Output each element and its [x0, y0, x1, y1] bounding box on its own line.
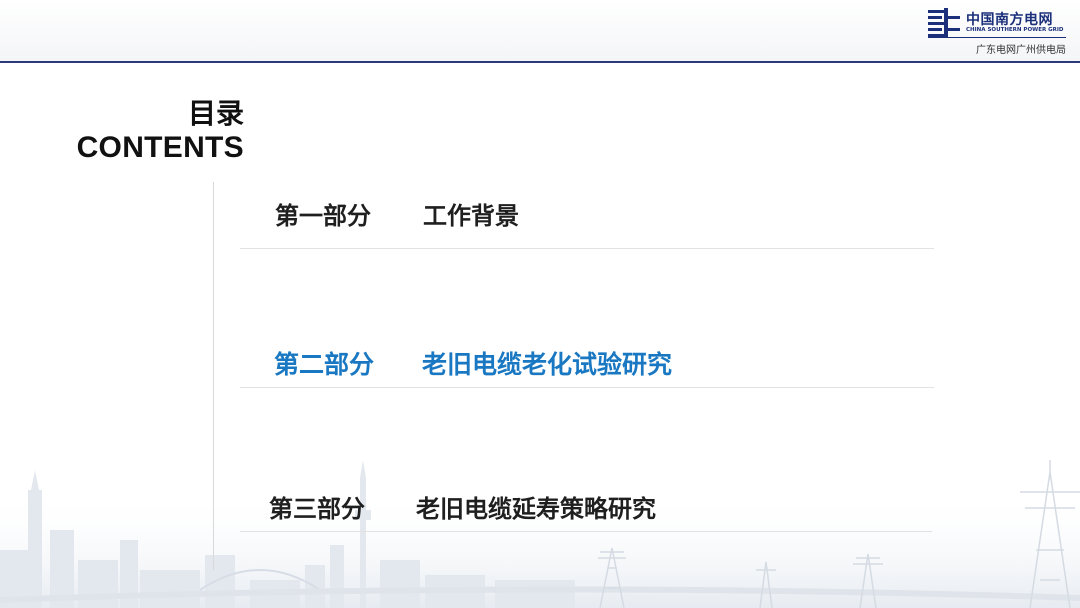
power-grid-logo-icon — [928, 8, 960, 38]
toc-item-title: 老旧电缆老化试验研究 — [422, 350, 673, 379]
page-title: 目录 — [187, 97, 244, 130]
toc-separator — [240, 531, 932, 532]
toc-item-title: 工作背景 — [423, 202, 519, 230]
page-subtitle: CONTENTS — [76, 131, 244, 164]
header-divider — [0, 61, 1080, 63]
logo-sub-org: 广东电网广州供电局 — [976, 45, 1066, 56]
toc-separator — [240, 248, 934, 249]
logo-name-cn: 中国南方电网 — [966, 12, 1053, 28]
toc-item-title: 老旧电缆延寿策略研究 — [416, 495, 656, 523]
company-logo: 中国南方电网 CHINA SOUTHERN POWER GRID 广东电网广州供… — [928, 8, 1068, 56]
toc-item-part-label: 第三部分 — [269, 495, 365, 523]
toc-item-part-label: 第一部分 — [275, 202, 371, 230]
slide-header: 中国南方电网 CHINA SOUTHERN POWER GRID 广东电网广州供… — [0, 0, 1080, 61]
vertical-divider — [213, 182, 214, 570]
toc-separator — [240, 387, 934, 388]
logo-name-en: CHINA SOUTHERN POWER GRID — [966, 27, 1064, 33]
toc-item-part-label: 第二部分 — [274, 350, 375, 379]
logo-divider — [928, 37, 1066, 38]
